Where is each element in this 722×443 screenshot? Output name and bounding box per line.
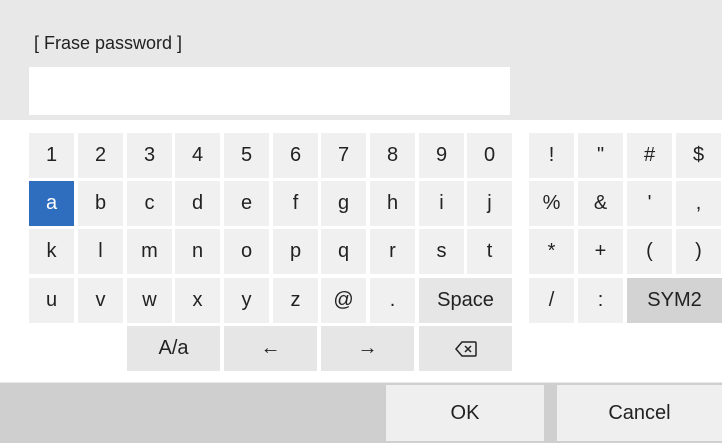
key-p[interactable]: p bbox=[273, 229, 318, 274]
key-6[interactable]: 6 bbox=[273, 133, 318, 178]
key-v[interactable]: v bbox=[78, 278, 123, 323]
key-7[interactable]: 7 bbox=[321, 133, 366, 178]
key-asterisk[interactable]: * bbox=[529, 229, 574, 274]
key-4[interactable]: 4 bbox=[175, 133, 220, 178]
key-backspace[interactable] bbox=[419, 326, 512, 371]
key-o[interactable]: o bbox=[224, 229, 269, 274]
key-s[interactable]: s bbox=[419, 229, 464, 274]
key-r[interactable]: r bbox=[370, 229, 415, 274]
key-slash[interactable]: / bbox=[529, 278, 574, 323]
key-hash[interactable]: # bbox=[627, 133, 672, 178]
key-d[interactable]: d bbox=[175, 181, 220, 226]
key-c[interactable]: c bbox=[127, 181, 172, 226]
key-period[interactable]: . bbox=[370, 278, 415, 323]
dialog-title: [ Frase password ] bbox=[34, 33, 183, 53]
key-plus[interactable]: + bbox=[578, 229, 623, 274]
key-left-paren[interactable]: ( bbox=[627, 229, 672, 274]
key-quote[interactable]: " bbox=[578, 133, 623, 178]
key-b[interactable]: b bbox=[78, 181, 123, 226]
key-i[interactable]: i bbox=[419, 181, 464, 226]
key-0[interactable]: 0 bbox=[467, 133, 512, 178]
key-j[interactable]: j bbox=[467, 181, 512, 226]
key-ampersand[interactable]: & bbox=[578, 181, 623, 226]
key-2[interactable]: 2 bbox=[78, 133, 123, 178]
key-u[interactable]: u bbox=[29, 278, 74, 323]
key-a[interactable]: a bbox=[29, 181, 74, 226]
key-k[interactable]: k bbox=[29, 229, 74, 274]
key-apostrophe[interactable]: ' bbox=[627, 181, 672, 226]
key-n[interactable]: n bbox=[175, 229, 220, 274]
password-input[interactable] bbox=[29, 67, 510, 115]
key-sym2[interactable]: SYM2 bbox=[627, 278, 722, 323]
key-t[interactable]: t bbox=[467, 229, 512, 274]
key-w[interactable]: w bbox=[127, 278, 172, 323]
key-e[interactable]: e bbox=[224, 181, 269, 226]
key-h[interactable]: h bbox=[370, 181, 415, 226]
key-f[interactable]: f bbox=[273, 181, 318, 226]
key-1[interactable]: 1 bbox=[29, 133, 74, 178]
ok-button[interactable]: OK bbox=[386, 385, 544, 441]
key-m[interactable]: m bbox=[127, 229, 172, 274]
key-right-arrow[interactable]: → bbox=[321, 326, 414, 371]
key-g[interactable]: g bbox=[321, 181, 366, 226]
key-q[interactable]: q bbox=[321, 229, 366, 274]
key-colon[interactable]: : bbox=[578, 278, 623, 323]
key-right-paren[interactable]: ) bbox=[676, 229, 721, 274]
key-case-toggle[interactable]: A/a bbox=[127, 326, 220, 371]
key-8[interactable]: 8 bbox=[370, 133, 415, 178]
key-percent[interactable]: % bbox=[529, 181, 574, 226]
key-3[interactable]: 3 bbox=[127, 133, 172, 178]
password-dialog: [ Frase password ] 1234567890 abcdefghij k… bbox=[0, 0, 722, 443]
key-comma[interactable]: , bbox=[676, 181, 721, 226]
key-y[interactable]: y bbox=[224, 278, 269, 323]
key-exclamation[interactable]: ! bbox=[529, 133, 574, 178]
key-9[interactable]: 9 bbox=[419, 133, 464, 178]
backspace-icon bbox=[454, 340, 477, 357]
key-dollar[interactable]: $ bbox=[676, 133, 721, 178]
key-space[interactable]: Space bbox=[419, 278, 512, 323]
key-at[interactable]: @ bbox=[321, 278, 366, 323]
key-z[interactable]: z bbox=[273, 278, 318, 323]
key-l[interactable]: l bbox=[78, 229, 123, 274]
key-x[interactable]: x bbox=[175, 278, 220, 323]
key-left-arrow[interactable]: ← bbox=[224, 326, 317, 371]
cancel-button[interactable]: Cancel bbox=[557, 385, 722, 441]
key-5[interactable]: 5 bbox=[224, 133, 269, 178]
